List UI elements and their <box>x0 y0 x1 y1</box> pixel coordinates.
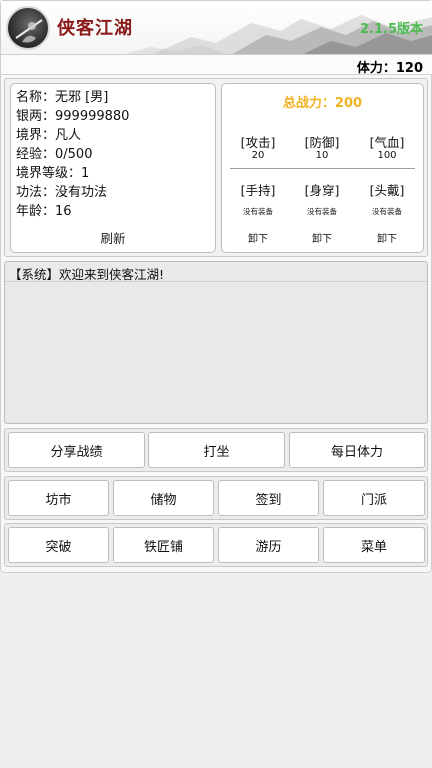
helmet-slot-status: 没有装备 <box>372 207 402 216</box>
character-name: 名称：无邪 [男] <box>16 90 109 105</box>
sect-button[interactable]: 门派 <box>323 480 425 516</box>
refresh-button[interactable]: 刷新 <box>11 228 215 247</box>
defense-label: [防御] <box>304 135 340 150</box>
action-button-row-3: 突破 铁匠铺 游历 菜单 <box>4 523 428 567</box>
action-button-row-2: 坊市 储物 签到 门派 <box>4 476 428 520</box>
defense-value: 10 <box>315 150 329 161</box>
check-in-button[interactable]: 签到 <box>218 480 319 516</box>
weapon-slot-label: [手持] <box>240 183 276 198</box>
info-section: 名称：无邪 [男] 银两：999999880 境界：凡人 经验：0/500 境界… <box>4 78 428 257</box>
version-label: 2.1.5版本 <box>359 22 423 37</box>
menu-button[interactable]: 菜单 <box>323 527 425 563</box>
armor-slot-status: 没有装备 <box>307 207 337 216</box>
action-button-row-1: 分享战绩 打坐 每日体力 <box>4 428 428 472</box>
armor-slot-label: [身穿] <box>304 183 340 198</box>
stamina-value: 体力：120 <box>356 61 423 76</box>
stats-divider <box>230 168 415 169</box>
unequip-weapon-button[interactable]: 卸下 <box>226 230 290 245</box>
character-technique: 功法：没有功法 <box>16 185 108 200</box>
attack-value: 20 <box>251 150 265 161</box>
swordsman-logo-icon <box>6 6 50 50</box>
health-label: [气血] <box>369 135 405 150</box>
helmet-slot-label: [头戴] <box>369 183 405 198</box>
log-divider <box>5 281 427 282</box>
stats-panel: 总战力：200 [攻击] [防御] [气血] 20 10 100 [手持] [身… <box>221 83 424 253</box>
blacksmith-button[interactable]: 铁匠铺 <box>113 527 214 563</box>
message-log[interactable]: 【系统】欢迎来到侠客江湖! <box>4 261 428 424</box>
share-record-button[interactable]: 分享战绩 <box>8 432 145 468</box>
character-realm: 境界：凡人 <box>16 128 82 143</box>
attack-label: [攻击] <box>240 135 276 150</box>
header-banner: 侠客江湖 2.1.5版本 <box>1 1 432 55</box>
meditate-button[interactable]: 打坐 <box>148 432 285 468</box>
weapon-slot-status: 没有装备 <box>243 207 273 216</box>
storage-button[interactable]: 储物 <box>113 480 214 516</box>
character-realm-level: 境界等级：1 <box>16 166 90 181</box>
breakthrough-button[interactable]: 突破 <box>8 527 109 563</box>
unequip-armor-button[interactable]: 卸下 <box>290 230 354 245</box>
app-window: 侠客江湖 2.1.5版本 体力：120 名称：无邪 [男] 银两：9999998… <box>0 0 432 573</box>
health-value: 100 <box>377 150 397 161</box>
daily-stamina-button[interactable]: 每日体力 <box>289 432 425 468</box>
character-age: 年龄：16 <box>16 204 72 219</box>
market-button[interactable]: 坊市 <box>8 480 109 516</box>
unequip-helmet-button[interactable]: 卸下 <box>355 230 419 245</box>
total-power: 总战力：200 <box>282 96 363 111</box>
character-panel: 名称：无邪 [男] 银两：999999880 境界：凡人 经验：0/500 境界… <box>10 83 216 253</box>
character-silver: 银两：999999880 <box>16 109 130 124</box>
character-experience: 经验：0/500 <box>16 147 93 162</box>
stamina-bar: 体力：120 <box>1 55 432 76</box>
travel-button[interactable]: 游历 <box>218 527 319 563</box>
app-title: 侠客江湖 <box>57 18 133 39</box>
